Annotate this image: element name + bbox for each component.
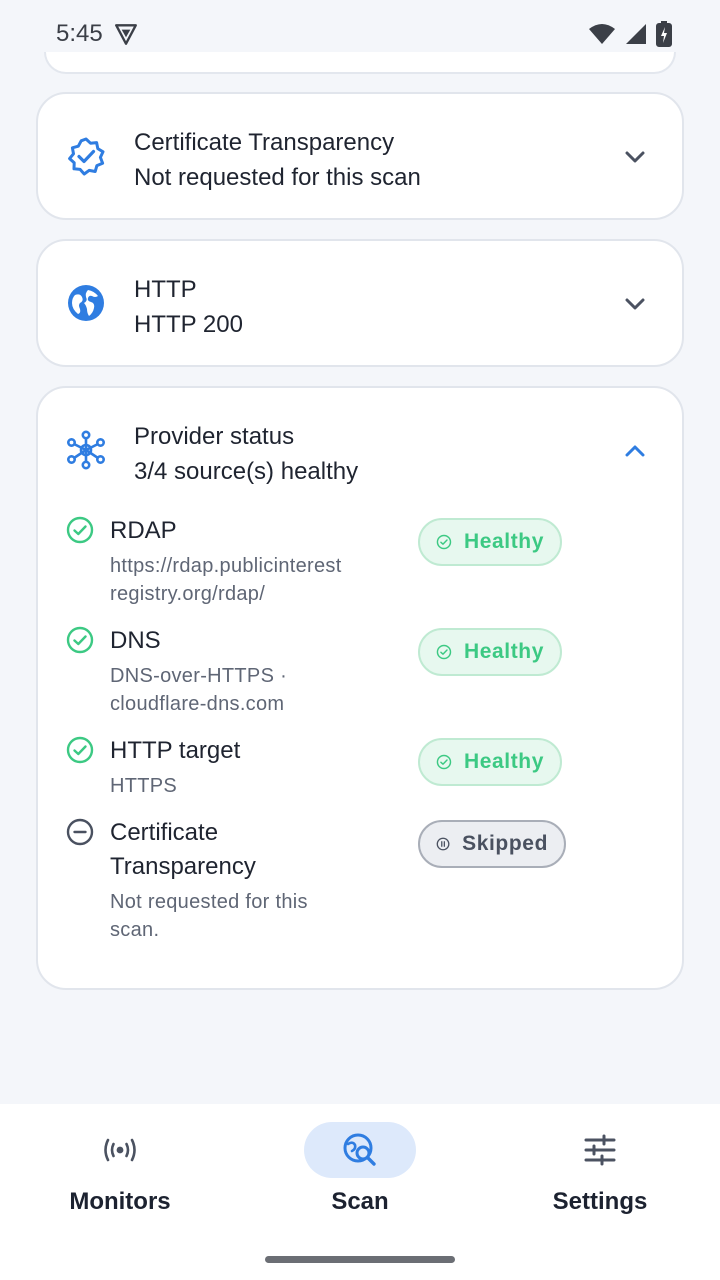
pause-circle-icon [436,837,450,851]
nav-item-scan[interactable]: Scan [240,1122,480,1232]
provider-detail: DNS-over-HTTPS · cloudflare-dns.com [110,665,288,715]
bottom-navigation: Monitors Scan Settings [0,1104,720,1280]
provider-detail: Not requested for this scan. [110,891,308,941]
status-badge: Healthy [418,518,562,566]
status-badge-label: Healthy [463,750,544,773]
wifi-icon [589,24,615,44]
provider-status-header[interactable]: Provider status 3/4 source(s) healthy [38,388,682,512]
status-badge: Healthy [418,628,562,676]
provider-status-title: Provider status [134,423,295,450]
nav-label-monitors: Monitors [69,1188,171,1215]
http-card-subtitle: HTTP 200 [134,311,243,338]
chevron-up-icon[interactable] [622,438,648,464]
provider-detail: HTTPS [110,775,178,797]
ct-card-header[interactable]: Certificate Transparency Not requested f… [38,94,682,218]
provider-name: RDAP [110,517,177,544]
http-card[interactable]: HTTP HTTP 200 [36,239,684,367]
provider-name: DNS [110,627,161,654]
check-circle-icon [66,626,94,654]
provider-name: Certificate Transparency [110,819,256,880]
verified-badge-icon [68,137,105,176]
provider-row-http-target: HTTP target HTTPS Healthy [66,734,666,804]
nav-label-scan: Scan [331,1188,389,1215]
hub-icon [66,430,105,470]
status-badge: Skipped [418,820,566,868]
battery-charging-icon [656,21,672,47]
nav-pill-active [304,1122,416,1178]
check-circle-icon [66,736,94,764]
provider-detail: https://rdap.publicinterest registry.org… [110,555,342,605]
chevron-down-icon[interactable] [622,144,648,170]
check-circle-icon [66,516,94,544]
nav-item-settings[interactable]: Settings [480,1122,720,1232]
check-circle-icon [436,534,452,550]
previous-card-edge [44,52,676,74]
nav-item-monitors[interactable]: Monitors [0,1122,240,1232]
status-badge-label: Skipped [462,832,548,855]
vpn-shield-icon [114,24,137,45]
provider-status-subtitle: 3/4 source(s) healthy [134,458,359,485]
provider-row-dns: DNS DNS-over-HTTPS · cloudflare-dns.com … [66,624,666,720]
chevron-down-icon[interactable] [622,291,648,317]
nav-label-settings: Settings [552,1188,648,1215]
sliders-icon [584,1134,616,1166]
nav-pill [64,1122,176,1178]
status-badge-label: Healthy [463,530,544,553]
gesture-navigation-bar[interactable] [265,1256,455,1263]
provider-name: HTTP target [110,737,241,764]
scan-search-icon [343,1133,376,1166]
ct-card-subtitle: Not requested for this scan [134,164,421,191]
provider-row-rdap: RDAP https://rdap.publicinterest registr… [66,514,666,610]
provider-status-card[interactable]: Provider status 3/4 source(s) healthy RD… [36,386,684,990]
globe-icon [68,285,104,321]
ct-card-title: Certificate Transparency [134,129,395,156]
http-card-header[interactable]: HTTP HTTP 200 [38,241,682,365]
minus-circle-icon [66,818,94,846]
http-card-title: HTTP [134,276,197,303]
ct-card[interactable]: Certificate Transparency Not requested f… [36,92,684,220]
status-time: 5:45 [56,20,103,47]
check-circle-icon [436,754,452,770]
nav-pill [544,1122,656,1178]
check-circle-icon [436,644,452,660]
broadcast-icon [104,1138,136,1162]
status-badge: Healthy [418,738,562,786]
cell-signal-icon [626,24,646,44]
provider-row-certificate-transparency: Certificate Transparency Not requested f… [66,816,666,946]
status-badge-label: Healthy [463,640,544,663]
